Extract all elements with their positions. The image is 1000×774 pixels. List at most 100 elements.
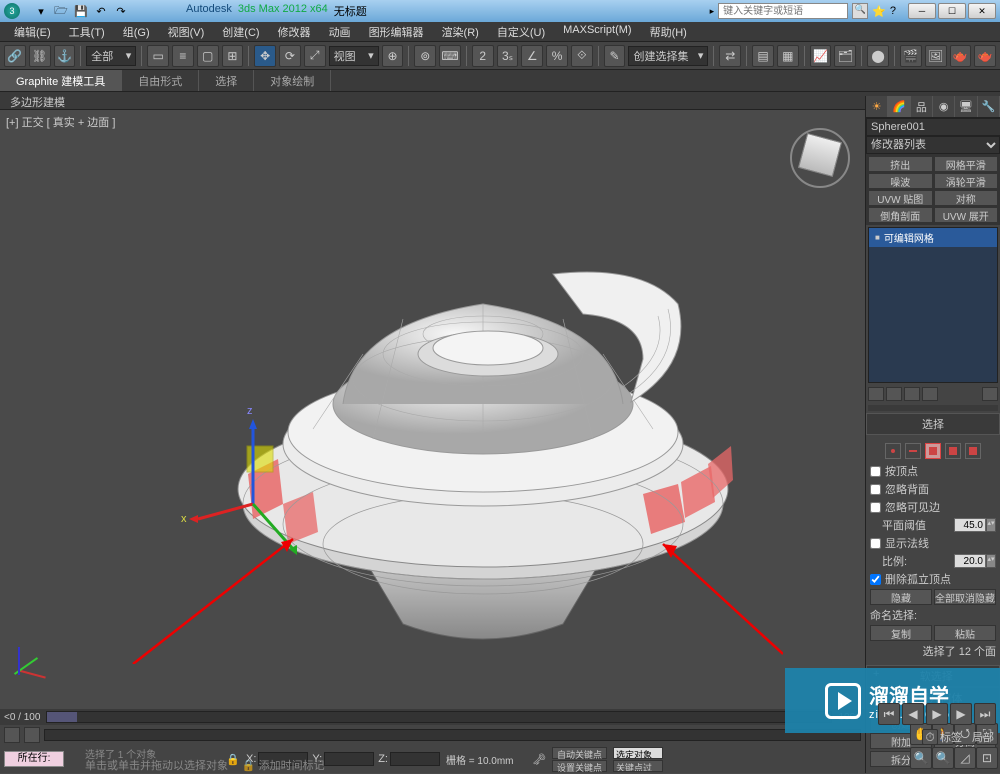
tab-create-icon[interactable]: ☀ (866, 96, 888, 117)
unhideall-button[interactable]: 全部取消隐藏 (934, 589, 996, 605)
renderframe-icon[interactable]: 🖼 (925, 45, 947, 67)
stack-item[interactable]: 可编辑网格 (869, 228, 997, 247)
tab-freeform[interactable]: 自由形式 (122, 70, 199, 91)
tab-objpaint[interactable]: 对象绘制 (254, 70, 331, 91)
tab-modify-icon[interactable]: 🌈 (888, 96, 910, 117)
gotoend-icon[interactable]: ⏭ (974, 703, 996, 725)
scale-input[interactable] (954, 554, 986, 568)
menu-create[interactable]: 创建(C) (214, 22, 267, 41)
element-icon[interactable] (965, 443, 981, 459)
schematic-icon[interactable]: 🗂 (834, 45, 856, 67)
menu-tools[interactable]: 工具(T) (61, 22, 113, 41)
spinner-icon[interactable]: ▴▾ (986, 518, 996, 532)
filter-select[interactable]: 全部▾ (86, 46, 136, 66)
menu-view[interactable]: 视图(V) (160, 22, 213, 41)
paste-button[interactable]: 粘贴 (934, 625, 996, 641)
menu-edit[interactable]: 编辑(E) (6, 22, 59, 41)
rendersetup-icon[interactable]: 🎬 (900, 45, 922, 67)
plane-thresh-input[interactable] (954, 518, 986, 532)
play-icon[interactable]: ▶ (926, 703, 948, 725)
pctsnap-icon[interactable]: % (546, 45, 568, 67)
shownorm-check[interactable] (870, 538, 881, 549)
qat-undo-icon[interactable]: ↶ (92, 3, 110, 19)
tab-hierarchy-icon[interactable]: 品 (911, 96, 933, 117)
anglesnap-icon[interactable]: ∠ (521, 45, 543, 67)
editnameset-icon[interactable]: ✎ (604, 45, 626, 67)
mod-noise[interactable]: 噪波 (868, 173, 933, 189)
ignorevis-check[interactable] (870, 502, 881, 513)
region-icon[interactable]: ▢ (197, 45, 219, 67)
mod-meshsmooth[interactable]: 网格平滑 (934, 156, 999, 172)
mirror-icon[interactable]: ⇄ (719, 45, 741, 67)
spinner-icon[interactable]: ▴▾ (986, 554, 996, 568)
setkey-button[interactable]: 设置关键点 (552, 760, 607, 772)
app-logo-icon[interactable]: 3 (4, 3, 20, 19)
unlink-icon[interactable]: ⛓ (29, 45, 51, 67)
qat-open-icon[interactable]: 🗁 (52, 3, 70, 19)
snap2d-icon[interactable]: 2 (472, 45, 494, 67)
menu-animation[interactable]: 动画 (321, 22, 359, 41)
tab-display-icon[interactable]: 🖥 (955, 96, 977, 117)
render-icon[interactable]: 🫖 (950, 45, 972, 67)
link-icon[interactable]: 🔗 (4, 45, 26, 67)
remove-icon[interactable] (922, 387, 938, 401)
trackbar-mode-icon[interactable] (4, 727, 20, 743)
curve-icon[interactable]: 📈 (810, 45, 832, 67)
menu-customize[interactable]: 自定义(U) (489, 22, 553, 41)
select-name-icon[interactable]: ≡ (172, 45, 194, 67)
qat-new-icon[interactable]: ▾ (32, 3, 50, 19)
zoomall-icon[interactable]: 🔍 (932, 747, 954, 769)
zoomext-icon[interactable]: ⊡ (976, 747, 998, 769)
mod-uvwmap[interactable]: UVW 贴图 (868, 190, 933, 206)
unique-icon[interactable] (904, 387, 920, 401)
move-icon[interactable]: ✥ (254, 45, 276, 67)
autokey-button[interactable]: 自动关键点 (552, 747, 607, 759)
selset-input[interactable]: 选定对象 (613, 747, 663, 759)
deliso-check[interactable] (870, 574, 881, 585)
modifier-list-select[interactable]: 修改器列表 (866, 136, 1000, 154)
keyboard-icon[interactable]: ⌨ (439, 45, 461, 67)
trackbar-track[interactable] (44, 729, 861, 741)
mod-symmetry[interactable]: 对称 (934, 190, 999, 206)
next-icon[interactable]: ▶ (950, 703, 972, 725)
align-icon[interactable]: ▤ (752, 45, 774, 67)
rotate-icon[interactable]: ⟳ (279, 45, 301, 67)
copy-button[interactable]: 复制 (870, 625, 932, 641)
config-icon[interactable] (982, 387, 998, 401)
ribbon-sub[interactable]: 多边形建模 (0, 92, 1000, 110)
tab-motion-icon[interactable]: ◉ (933, 96, 955, 117)
mod-uvwunwrap[interactable]: UVW 展开 (934, 207, 999, 223)
bind-icon[interactable]: ⚓ (54, 45, 76, 67)
scale-icon[interactable]: ⤢ (304, 45, 326, 67)
mod-turbosmooth[interactable]: 涡轮平滑 (934, 173, 999, 189)
rollout-sel-header[interactable]: 选择 (866, 413, 1000, 435)
refcoord-select[interactable]: 视图▾ (329, 46, 379, 66)
qat-redo-icon[interactable]: ↷ (112, 3, 130, 19)
render-prod-icon[interactable]: 🫖 (974, 45, 996, 67)
modifier-stack[interactable]: 可编辑网格 (868, 227, 998, 383)
y-input[interactable] (324, 752, 374, 766)
menu-modifiers[interactable]: 修改器 (270, 22, 319, 41)
hide-button[interactable]: 隐藏 (870, 589, 932, 605)
pin-icon[interactable] (868, 387, 884, 401)
help-icon[interactable]: ? (890, 5, 896, 17)
snap3d-icon[interactable]: 3ₛ (497, 45, 519, 67)
menu-graph[interactable]: 图形编辑器 (361, 22, 432, 41)
timecfg-icon[interactable]: ⏱ (922, 729, 938, 745)
material-icon[interactable]: ⬤ (867, 45, 889, 67)
face-icon[interactable] (925, 443, 941, 459)
mod-bevel[interactable]: 倒角剖面 (868, 207, 933, 223)
showend-icon[interactable] (886, 387, 902, 401)
menu-render[interactable]: 渲染(R) (434, 22, 487, 41)
trackbar-key-icon[interactable] (24, 727, 40, 743)
menu-group[interactable]: 组(G) (115, 22, 158, 41)
search-input[interactable] (718, 3, 848, 19)
time-slider[interactable]: < 0 / 100 100 > (0, 709, 865, 725)
object-name-input[interactable] (866, 118, 1000, 136)
star-icon[interactable]: ⭐ (872, 5, 886, 18)
manip-icon[interactable]: ⊚ (414, 45, 436, 67)
fov-icon[interactable]: ◿ (954, 747, 976, 769)
qat-save-icon[interactable]: 💾 (72, 3, 90, 19)
poly-icon[interactable] (945, 443, 961, 459)
maximize-button[interactable]: ☐ (938, 3, 966, 19)
